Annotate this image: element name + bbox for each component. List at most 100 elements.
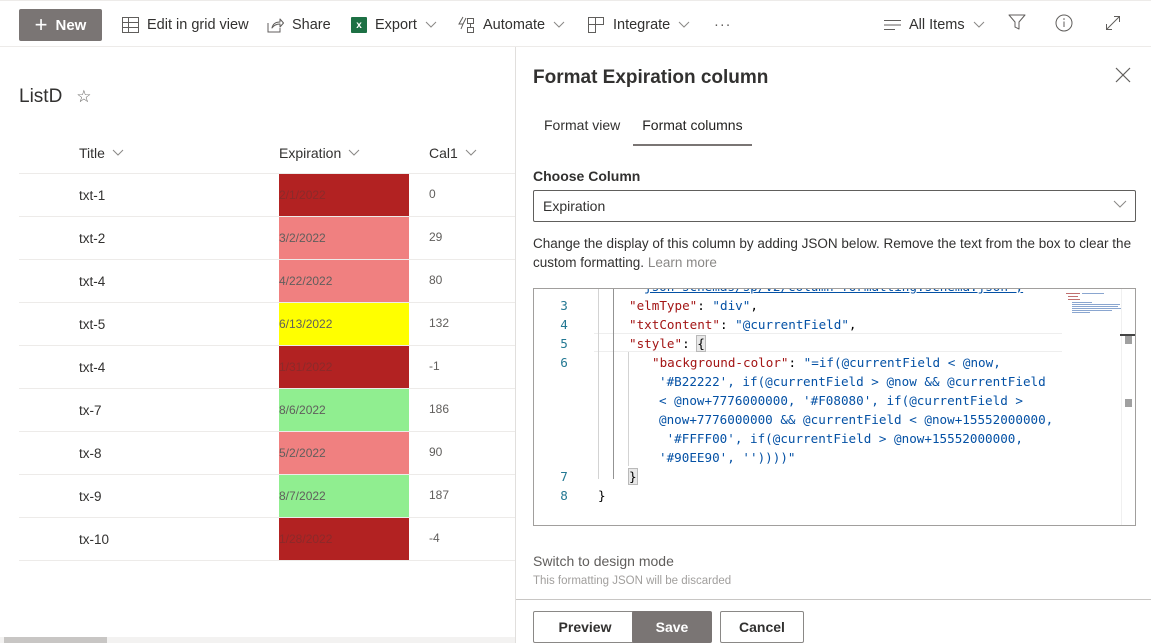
cell-expiration: 1/31/2022	[279, 346, 409, 388]
close-button[interactable]	[1115, 67, 1131, 83]
cell-title[interactable]: txt-1	[79, 174, 105, 216]
cell-expiration: 1/28/2022	[279, 518, 409, 560]
cell-title[interactable]: tx-7	[79, 389, 102, 431]
table-row[interactable]: txt-4 1/31/2022 -1	[19, 346, 515, 389]
share-button[interactable]: Share	[266, 9, 331, 41]
tab-format-columns[interactable]: Format columns	[631, 105, 753, 146]
chevron-down-icon	[973, 21, 985, 29]
close-icon	[1115, 67, 1131, 87]
column-header-title[interactable]: Title	[79, 131, 124, 174]
table-row[interactable]: txt-4 4/22/2022 80	[19, 260, 515, 303]
info-icon	[1055, 14, 1073, 37]
chevron-down-icon	[553, 21, 565, 29]
switch-design-note: This formatting JSON will be discarded	[533, 575, 732, 587]
indent-guide	[628, 352, 629, 466]
cell-title[interactable]: txt-2	[79, 217, 105, 259]
cancel-button[interactable]: Cancel	[720, 611, 804, 643]
scrollbar-thumb[interactable]	[4, 637, 107, 643]
code-line-6-wrap: @now+7776000000 && @currentField < @now+…	[659, 412, 1054, 427]
integrate-icon	[587, 16, 605, 34]
chevron-down-icon	[348, 149, 360, 157]
view-selector[interactable]: All Items	[883, 9, 985, 41]
grid-header: Title Expiration Cal1	[19, 131, 515, 174]
chevron-down-icon	[112, 149, 124, 157]
tab-format-view[interactable]: Format view	[533, 105, 631, 145]
code-line-4: "txtContent": "@currentField",	[629, 317, 857, 332]
column-header-cal1[interactable]: Cal1	[429, 131, 477, 174]
code-line-7: }	[628, 468, 638, 485]
table-row[interactable]: txt-1 2/1/2022 0	[19, 174, 515, 217]
choose-column-dropdown[interactable]: Expiration	[533, 190, 1136, 222]
switch-to-design-mode-link[interactable]: Switch to design mode	[533, 553, 674, 569]
cell-cal1: 186	[429, 402, 450, 416]
grid-rows: txt-1 2/1/2022 0 txt-2 3/2/2022 29 txt-4 4/22/2…	[19, 174, 515, 561]
cell-title[interactable]: tx-8	[79, 432, 102, 474]
automate-button[interactable]: Automate	[457, 9, 565, 41]
new-button[interactable]: + New	[19, 9, 102, 41]
cell-cal1: 187	[429, 488, 450, 502]
cell-expiration: 8/6/2022	[279, 389, 409, 431]
share-icon	[266, 16, 284, 34]
indent-guide-active	[613, 289, 614, 479]
line-number: 8	[560, 488, 568, 503]
integrate-button[interactable]: Integrate	[587, 9, 690, 41]
horizontal-scrollbar[interactable]	[0, 637, 515, 643]
table-row[interactable]: txt-5 6/13/2022 132	[19, 303, 515, 346]
preview-button[interactable]: Preview	[533, 611, 637, 643]
cell-title[interactable]: tx-9	[79, 475, 102, 517]
chevron-down-icon	[425, 21, 437, 29]
filter-icon	[1008, 14, 1026, 36]
table-row[interactable]: tx-10 1/28/2022 -4	[19, 518, 515, 561]
table-row[interactable]: tx-7 8/6/2022 186	[19, 389, 515, 432]
list-title: ListD	[19, 86, 63, 107]
json-code-editor[interactable]: json-schemas/sp/v2/column-formatting.sch…	[533, 288, 1136, 526]
more-icon: ···	[714, 17, 732, 33]
code-line-8: }	[598, 488, 606, 503]
cell-expiration: 4/22/2022	[279, 260, 409, 302]
indent-guide	[598, 289, 599, 479]
scrollbar-marker	[1125, 336, 1132, 344]
footer-divider	[516, 599, 1151, 600]
more-button[interactable]: ···	[714, 9, 732, 41]
cell-cal1: 0	[429, 187, 436, 201]
line-number: 4	[560, 317, 568, 332]
chevron-down-icon	[678, 21, 690, 29]
cell-title[interactable]: txt-4	[79, 346, 105, 388]
export-button[interactable]: x Export	[351, 9, 437, 41]
column-header-expiration[interactable]: Expiration	[279, 131, 360, 174]
save-button[interactable]: Save	[632, 611, 712, 643]
table-row[interactable]: tx-9 8/7/2022 187	[19, 475, 515, 518]
code-line-6-wrap: < @now+7776000000, '#F08080', if(@curren…	[659, 393, 1023, 408]
editor-vertical-scrollbar[interactable]	[1120, 289, 1135, 525]
line-number: 6	[560, 355, 568, 370]
line-number: 7	[560, 469, 568, 484]
column-header-label: Title	[79, 144, 105, 161]
scrollbar-marker	[1125, 399, 1132, 407]
cell-title[interactable]: txt-5	[79, 303, 105, 345]
cell-cal1: -1	[429, 359, 440, 373]
panel-tabs: Format view Format columns	[533, 105, 754, 146]
choose-column-value: Expiration	[543, 198, 606, 214]
info-button[interactable]	[1052, 13, 1076, 37]
plus-icon: +	[34, 12, 48, 37]
description-text: Change the display of this column by add…	[533, 236, 1132, 270]
automate-label: Automate	[483, 17, 546, 33]
favorite-star-icon[interactable]: ☆	[76, 87, 91, 107]
new-label: New	[55, 16, 87, 34]
export-label: Export	[375, 17, 417, 33]
table-row[interactable]: txt-2 3/2/2022 29	[19, 217, 515, 260]
code-minimap[interactable]	[1064, 291, 1124, 317]
table-row[interactable]: tx-8 5/2/2022 90	[19, 432, 515, 475]
edit-grid-view-button[interactable]: Edit in grid view	[121, 9, 249, 41]
learn-more-link[interactable]: Learn more	[648, 255, 717, 270]
line-number: 3	[560, 298, 568, 313]
chevron-down-icon	[1113, 200, 1127, 209]
view-label: All Items	[909, 17, 965, 33]
cell-cal1: 90	[429, 445, 443, 459]
code-line-3: "elmType": "div",	[629, 298, 758, 313]
cell-cal1: 29	[429, 230, 443, 244]
cell-title[interactable]: tx-10	[79, 518, 109, 560]
cell-title[interactable]: txt-4	[79, 260, 105, 302]
expand-button[interactable]	[1101, 13, 1125, 37]
filter-button[interactable]	[1005, 13, 1029, 37]
